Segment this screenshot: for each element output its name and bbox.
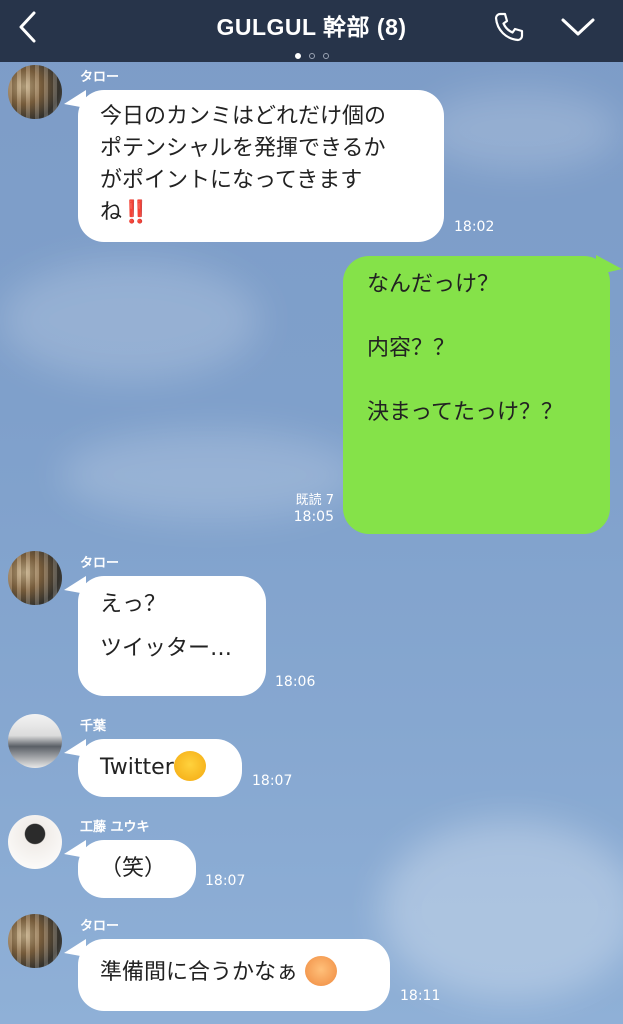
message-bubble[interactable]: 今日のカンミはどれだけ個の ポテンシャルを発揮できるか がポイントになってきます… bbox=[78, 90, 444, 242]
crying-laughing-emoji-icon bbox=[173, 751, 206, 781]
bubble-tail bbox=[596, 255, 622, 275]
avatar[interactable] bbox=[8, 815, 62, 869]
avatar[interactable] bbox=[8, 914, 62, 968]
message-line: 決まってたっけ？？ bbox=[367, 400, 564, 425]
page-dot bbox=[294, 53, 301, 59]
message-time: 18:06 bbox=[275, 674, 316, 690]
background-cloud bbox=[380, 820, 623, 1000]
chat-title: GULGUL 幹部 (8) bbox=[216, 14, 407, 40]
message-text: 準備間に合うかなぁ bbox=[100, 960, 299, 985]
message-line: ポテンシャルを発揮できるか bbox=[100, 136, 386, 161]
page-dot bbox=[322, 53, 329, 59]
background-cloud bbox=[420, 90, 620, 170]
message-text: （笑） bbox=[100, 856, 167, 881]
read-receipt: 既読 7 18:05 bbox=[268, 492, 334, 526]
message-bubble[interactable]: Twitter bbox=[78, 739, 242, 797]
message-time: 18:05 bbox=[293, 509, 334, 525]
sender-name: タロー bbox=[80, 919, 120, 934]
message-line: がポイントになってきます bbox=[100, 168, 363, 193]
message-bubble[interactable]: えっ？ ツイッター… bbox=[78, 576, 266, 696]
avatar[interactable] bbox=[8, 714, 62, 768]
sender-name: 千葉 bbox=[80, 719, 107, 734]
message-time: 18:02 bbox=[454, 219, 495, 235]
sender-name: タロー bbox=[80, 70, 120, 85]
page-indicator bbox=[0, 44, 623, 63]
message-line: ツイッター… bbox=[100, 636, 233, 661]
message-bubble[interactable]: 準備間に合うかなぁ bbox=[78, 939, 390, 1011]
message-line: ね bbox=[100, 200, 123, 225]
message-line: 内容？？ bbox=[367, 336, 456, 361]
message-line: 今日のカンミはどれだけ個の bbox=[100, 104, 387, 129]
message-text: Twitter bbox=[100, 755, 174, 780]
message-bubble-own[interactable]: なんだっけ？ 内容？？ 決まってたっけ？？ bbox=[343, 256, 610, 534]
chevron-down-icon[interactable] bbox=[560, 14, 596, 40]
chat-header: GULGUL 幹部 (8) bbox=[0, 0, 623, 62]
message-time: 18:07 bbox=[205, 873, 246, 889]
message-bubble[interactable]: （笑） bbox=[78, 840, 196, 898]
double-exclamation-icon: ‼️ bbox=[122, 200, 149, 225]
sender-name: タロー bbox=[80, 556, 120, 571]
message-time: 18:11 bbox=[400, 988, 441, 1004]
background-cloud bbox=[0, 260, 260, 380]
message-line: なんだっけ？ bbox=[367, 272, 500, 297]
phone-icon[interactable] bbox=[492, 10, 526, 44]
sender-name: 工藤 ユウキ bbox=[80, 820, 150, 835]
page-dot bbox=[308, 53, 315, 59]
avatar[interactable] bbox=[8, 551, 62, 605]
message-line: えっ？ bbox=[100, 592, 167, 617]
read-count: 既読 7 bbox=[295, 493, 334, 508]
avatar[interactable] bbox=[8, 65, 62, 119]
message-time: 18:07 bbox=[252, 773, 293, 789]
hot-face-emoji-icon bbox=[305, 956, 338, 986]
